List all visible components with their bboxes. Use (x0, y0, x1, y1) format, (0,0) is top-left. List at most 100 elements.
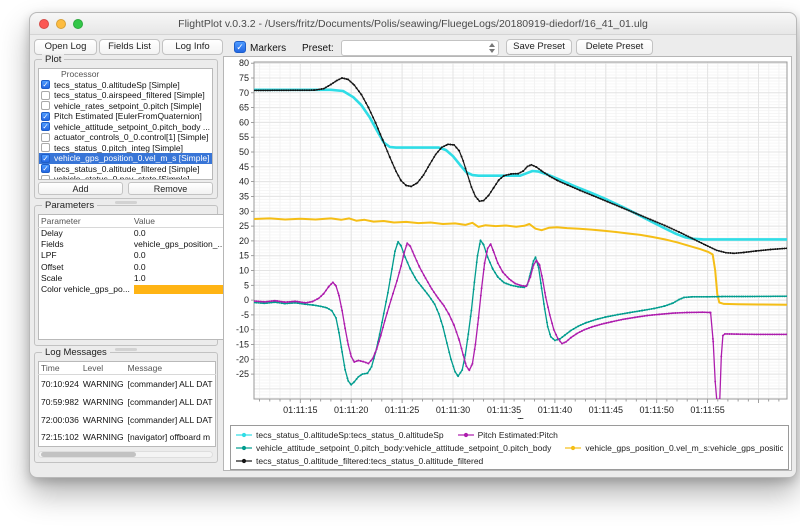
visibility-checkbox[interactable] (41, 143, 50, 152)
legend-label: vehicle_gps_position_0.vel_m_s:vehicle_g… (585, 443, 783, 453)
svg-text:30: 30 (239, 206, 249, 216)
visibility-checkbox[interactable]: ✓ (41, 112, 50, 121)
plot-list-item[interactable]: vehicle_status_0.nav_state [Simple] (39, 174, 212, 180)
svg-text:0: 0 (244, 295, 249, 305)
parameter-row[interactable]: Delay0.0 (39, 228, 228, 239)
svg-text:-10: -10 (236, 325, 249, 335)
svg-text:01:11:50: 01:11:50 (640, 405, 674, 415)
svg-text:45: 45 (239, 162, 249, 172)
splitter-handle[interactable] (115, 348, 137, 351)
log-message-row[interactable]: 72:00:036WARNING[commander] ALL DAT (39, 411, 216, 429)
legend-marker-icon (458, 431, 474, 439)
window-title: FlightPlot v.0.3.2 - /Users/fritz/Docume… (30, 18, 796, 30)
log-messages-table[interactable]: Time Level Message 70:10:924WARNING[comm… (38, 361, 216, 447)
legend-marker-icon (565, 444, 581, 452)
plot-group: Plot Processor ✓tecs_status_0.altitudeSp… (34, 59, 218, 199)
parameter-row[interactable]: Fieldsvehicle_gps_position_... (39, 239, 228, 250)
svg-text:35: 35 (239, 191, 249, 201)
parameter-value[interactable]: 0.0 (132, 261, 227, 272)
plot-list-item[interactable]: actuator_controls_0_0.control[1] [Simple… (39, 132, 212, 143)
delete-preset-button[interactable]: Delete Preset (576, 39, 653, 55)
svg-text:5: 5 (244, 280, 249, 290)
plot-list-item[interactable]: vehicle_rates_setpoint_0.pitch [Simple] (39, 101, 212, 112)
svg-text:20: 20 (239, 236, 249, 246)
plot-list-item[interactable]: ✓Pitch Estimated [EulerFromQuaternion] (39, 111, 212, 122)
svg-text:25: 25 (239, 221, 249, 231)
visibility-checkbox[interactable] (41, 175, 50, 180)
parameter-row[interactable]: Scale1.0 (39, 272, 228, 283)
log-message: [commander] ALL DAT (126, 393, 216, 411)
parameter-value[interactable]: 0.0 (132, 250, 227, 261)
visibility-checkbox[interactable] (41, 101, 50, 110)
svg-text:50: 50 (239, 147, 249, 157)
log-header-time[interactable]: Time (39, 362, 81, 375)
visibility-checkbox[interactable]: ✓ (41, 80, 50, 89)
chart-svg: -25-20-15-10-505101520253035404550556065… (224, 57, 791, 419)
remove-button[interactable]: Remove (128, 182, 213, 195)
preset-combobox[interactable] (341, 40, 499, 56)
flightplot-window: FlightPlot v.0.3.2 - /Users/fritz/Docume… (29, 12, 797, 478)
plot-list-item[interactable]: ✓vehicle_attitude_setpoint_0.pitch_body … (39, 122, 212, 133)
svg-text:40: 40 (239, 177, 249, 187)
chevron-up-icon (489, 43, 495, 47)
parameter-row[interactable]: LPF0.0 (39, 250, 228, 261)
svg-text:-5: -5 (241, 310, 249, 320)
save-preset-button[interactable]: Save Preset (506, 39, 572, 55)
log-message-row[interactable]: 72:15:102WARNING[navigator] offboard m (39, 429, 216, 447)
splitter-handle[interactable] (115, 201, 137, 204)
svg-text:75: 75 (239, 73, 249, 83)
log-horizontal-scrollbar[interactable] (38, 451, 213, 458)
svg-text:15: 15 (239, 251, 249, 261)
parameter-value[interactable] (132, 283, 227, 294)
fields-list-button[interactable]: Fields List (99, 39, 160, 55)
parameter-name: Offset (39, 261, 132, 272)
log-info-button[interactable]: Log Info (162, 39, 223, 55)
plot-list-item[interactable]: ✓ tecs_status_0.altitudeSp [Simple] (39, 80, 212, 91)
parameter-name: LPF (39, 250, 132, 261)
plot-item-label: tecs_status_0.altitudeSp [Simple] (54, 80, 180, 90)
open-log-button[interactable]: Open Log (34, 39, 97, 55)
svg-text:80: 80 (239, 58, 249, 68)
parameter-row[interactable]: Color vehicle_gps_po... (39, 283, 228, 294)
log-message-row[interactable]: 70:59:982WARNING[commander] ALL DAT (39, 393, 216, 411)
preset-stepper-icon[interactable] (486, 42, 497, 54)
legend-label: Pitch Estimated:Pitch (478, 430, 558, 440)
legend-entry: vehicle_attitude_setpoint_0.pitch_body:v… (236, 443, 551, 453)
parameter-name: Fields (39, 239, 132, 250)
add-button[interactable]: Add (38, 182, 123, 195)
legend-entry: tecs_status_0.altitude_filtered:tecs_sta… (236, 456, 483, 466)
log-message-row[interactable]: 70:10:924WARNING[commander] ALL DAT (39, 375, 216, 393)
visibility-checkbox[interactable]: ✓ (41, 122, 50, 131)
plot-list-item[interactable]: tecs_status_0.airspeed_filtered [Simple] (39, 90, 212, 101)
plot-list-item[interactable]: tecs_status_0.pitch_integ [Simple] (39, 143, 212, 154)
plot-series-list[interactable]: Processor ✓ tecs_status_0.altitudeSp [Sim… (38, 68, 213, 180)
visibility-checkbox[interactable] (41, 91, 50, 100)
plot-list-item[interactable]: ✓vehicle_gps_position_0.vel_m_s [Simple] (39, 153, 212, 164)
svg-text:01:11:55: 01:11:55 (690, 405, 724, 415)
plot-item-label: vehicle_status_0.nav_state [Simple] (54, 174, 190, 180)
parameters-header-value[interactable]: Value (132, 215, 227, 228)
parameter-row[interactable]: Offset0.0 (39, 261, 228, 272)
log-level: WARNING (81, 429, 126, 447)
parameter-value[interactable]: 0.0 (132, 228, 227, 239)
plot-canvas[interactable]: -25-20-15-10-505101520253035404550556065… (224, 57, 791, 424)
visibility-checkbox[interactable]: ✓ (41, 154, 50, 163)
visibility-checkbox[interactable]: ✓ (41, 164, 50, 173)
log-header-level[interactable]: Level (81, 362, 126, 375)
parameters-table[interactable]: Parameter Value Delay0.0Fieldsvehicle_gp… (38, 214, 228, 340)
scrollbar-thumb[interactable] (41, 452, 136, 457)
plot-list-item[interactable]: ✓tecs_status_0.altitude_filtered [Simple… (39, 164, 212, 175)
log-time: 70:59:982 (39, 393, 81, 411)
markers-checkbox[interactable]: ✓ (234, 41, 246, 53)
color-swatch[interactable] (134, 285, 225, 294)
log-level: WARNING (81, 393, 126, 411)
svg-text:01:11:35: 01:11:35 (487, 405, 521, 415)
parameter-value[interactable]: vehicle_gps_position_... (132, 239, 227, 250)
visibility-checkbox[interactable] (41, 133, 50, 142)
log-level: WARNING (81, 375, 126, 393)
parameters-header-parameter[interactable]: Parameter (39, 215, 132, 228)
log-header-message[interactable]: Message (126, 362, 216, 375)
log-message: [commander] ALL DAT (126, 375, 216, 393)
plot-list-header[interactable]: Processor (39, 69, 212, 80)
parameter-value[interactable]: 1.0 (132, 272, 227, 283)
